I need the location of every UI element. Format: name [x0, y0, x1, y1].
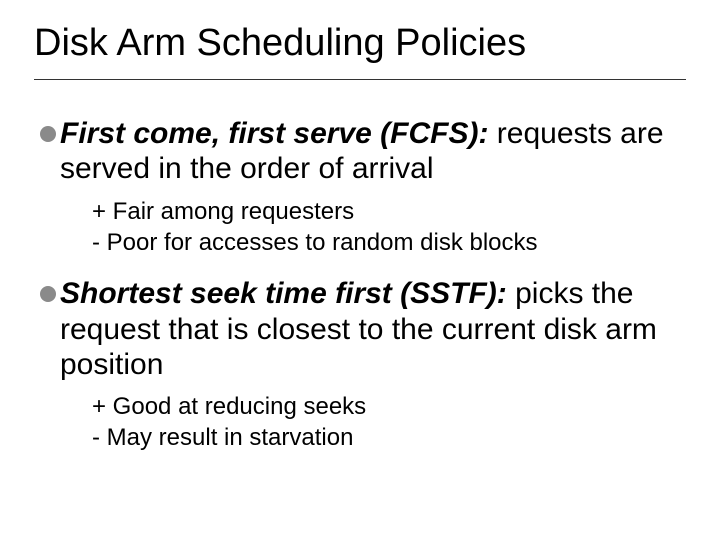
bullet-item: Shortest seek time first (SSTF): picks t… [40, 276, 686, 454]
title-rule: Disk Arm Scheduling Policies [34, 22, 686, 80]
sub-item: + Fair among requesters [92, 197, 686, 228]
sub-item: - May result in starvation [92, 423, 686, 454]
bullet-icon [40, 126, 56, 142]
slide: Disk Arm Scheduling Policies First come,… [0, 0, 720, 540]
bullet-icon [40, 286, 56, 302]
sub-item: + Good at reducing seeks [92, 392, 686, 423]
slide-title: Disk Arm Scheduling Policies [34, 22, 686, 65]
sub-item: - Poor for accesses to random disk block… [92, 228, 686, 259]
item-text: Shortest seek time first (SSTF): picks t… [60, 276, 686, 382]
bullet-row: Shortest seek time first (SSTF): picks t… [40, 276, 686, 382]
item-text: First come, first serve (FCFS): requests… [60, 116, 686, 187]
bullet-row: First come, first serve (FCFS): requests… [40, 116, 686, 187]
item-lead: Shortest seek time first (SSTF): [60, 277, 507, 310]
sub-list: + Good at reducing seeks - May result in… [92, 392, 686, 453]
sub-list: + Fair among requesters - Poor for acces… [92, 197, 686, 258]
item-lead: First come, first serve (FCFS): [60, 117, 488, 150]
bullet-item: First come, first serve (FCFS): requests… [40, 116, 686, 258]
